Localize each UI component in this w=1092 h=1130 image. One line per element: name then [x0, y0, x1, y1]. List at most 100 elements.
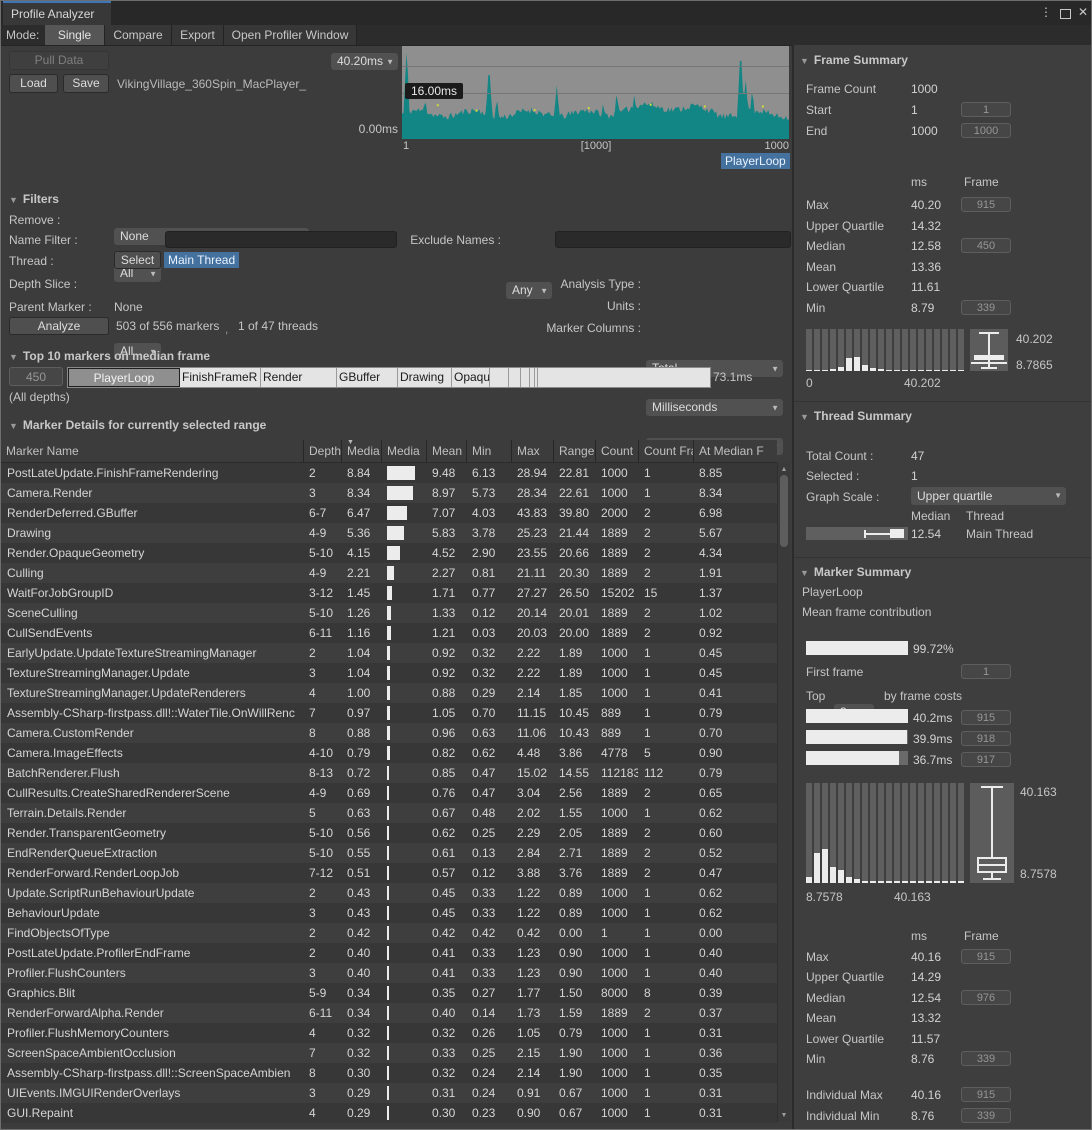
load-button[interactable]: Load — [9, 74, 58, 93]
frame-number-chip[interactable]: 917 — [961, 752, 1011, 767]
frame-summary-header[interactable]: ▼Frame Summary — [800, 53, 908, 67]
kebab-menu-icon[interactable]: ⋮ — [1038, 4, 1054, 20]
open-profiler-window-button[interactable]: Open Profiler Window — [224, 25, 357, 45]
table-row[interactable]: RenderDeferred.GBuffer6-76.477.074.0343.… — [1, 503, 777, 523]
table-row[interactable]: Render.OpaqueGeometry5-104.154.522.9023.… — [1, 543, 777, 563]
scrollbar-thumb[interactable] — [780, 475, 788, 547]
column-header-at-median-f[interactable]: At Median F — [693, 440, 777, 462]
frame-number-chip[interactable]: 915 — [961, 710, 1011, 725]
table-row[interactable]: Assembly-CSharp-firstpass.dll!::WaterTil… — [1, 703, 777, 723]
frame-number-chip[interactable]: 339 — [961, 300, 1011, 315]
table-row[interactable]: FindObjectsOfType20.420.420.420.420.0011… — [1, 923, 777, 943]
table-row[interactable]: Graphics.Blit5-90.340.350.271.771.508000… — [1, 983, 777, 1003]
thread-summary-header[interactable]: ▼Thread Summary — [800, 409, 912, 423]
table-row[interactable]: BehaviourUpdate30.430.450.331.220.891000… — [1, 903, 777, 923]
table-row[interactable]: TextureStreamingManager.UpdateRenderers4… — [1, 683, 777, 703]
table-row[interactable]: Terrain.Details.Render50.630.670.482.021… — [1, 803, 777, 823]
table-row[interactable]: BatchRenderer.Flush8-130.720.850.4715.02… — [1, 763, 777, 783]
top10-segment[interactable]: FinishFrameR — [180, 368, 261, 387]
table-row[interactable]: PostLateUpdate.ProfilerEndFrame20.400.41… — [1, 943, 777, 963]
foldout-icon[interactable]: ▼ — [800, 412, 809, 422]
selected-marker-chip[interactable]: PlayerLoop — [721, 153, 790, 169]
top10-segment[interactable] — [538, 368, 710, 387]
window-tab[interactable]: Profile Analyzer — [3, 1, 111, 25]
table-row[interactable]: PostLateUpdate.FinishFrameRendering28.84… — [1, 463, 777, 483]
foldout-icon[interactable]: ▼ — [9, 352, 18, 362]
tab-export[interactable]: Export — [172, 25, 224, 45]
top10-header[interactable]: ▼Top 10 markers on median frame — [9, 349, 210, 363]
column-header-media[interactable]: Media — [381, 440, 426, 462]
filters-header[interactable]: ▼Filters — [9, 192, 59, 206]
column-header-count[interactable]: Count — [595, 440, 638, 462]
frame-number-chip[interactable]: 339 — [961, 1051, 1011, 1066]
table-row[interactable]: SceneCulling5-101.261.330.1220.1420.0118… — [1, 603, 777, 623]
frame-number-chip[interactable]: 976 — [961, 990, 1011, 1005]
table-row[interactable]: ScreenSpaceAmbientOcclusion70.320.330.25… — [1, 1043, 777, 1063]
close-icon[interactable]: ✕ — [1075, 4, 1091, 20]
frame-number-chip[interactable]: 915 — [961, 197, 1011, 212]
save-button[interactable]: Save — [63, 74, 109, 93]
top10-segment[interactable]: GBuffer — [337, 368, 398, 387]
frame-number-chip[interactable]: 915 — [961, 949, 1011, 964]
table-row[interactable]: EarlyUpdate.UpdateTextureStreamingManage… — [1, 643, 777, 663]
analyze-button[interactable]: Analyze — [9, 317, 109, 335]
scroll-down-icon[interactable]: ▼ — [778, 1112, 790, 1119]
thread-range-bar[interactable] — [806, 527, 908, 540]
first-frame-chip[interactable]: 1 — [961, 664, 1011, 679]
units-dropdown[interactable]: Milliseconds▼ — [646, 399, 783, 416]
graph-scale-dropdown[interactable]: Upper quartile▼ — [911, 487, 1066, 505]
foldout-icon[interactable]: ▼ — [800, 568, 809, 578]
table-row[interactable]: CullResults.CreateSharedRendererScene4-9… — [1, 783, 777, 803]
top10-segment[interactable] — [490, 368, 509, 387]
table-row[interactable]: WaitForJobGroupID3-121.451.710.7727.2726… — [1, 583, 777, 603]
top10-segment[interactable]: Drawing — [398, 368, 452, 387]
table-row[interactable]: Assembly-CSharp-firstpass.dll!::ScreenSp… — [1, 1063, 777, 1083]
table-row[interactable]: TextureStreamingManager.Update31.040.920… — [1, 663, 777, 683]
table-row[interactable]: RenderForward.RenderLoopJob7-120.510.570… — [1, 863, 777, 883]
top10-segment[interactable] — [521, 368, 530, 387]
table-row[interactable]: Render.TransparentGeometry5-100.560.620.… — [1, 823, 777, 843]
tab-compare[interactable]: Compare — [105, 25, 172, 45]
table-row[interactable]: RenderForwardAlpha.Render6-110.340.400.1… — [1, 1003, 777, 1023]
column-header-marker-name[interactable]: Marker Name — [1, 440, 303, 462]
table-row[interactable]: Profiler.FlushCounters30.400.410.331.230… — [1, 963, 777, 983]
frame-number-chip[interactable]: 339 — [961, 1108, 1011, 1123]
frame-number-chip[interactable]: 918 — [961, 731, 1011, 746]
table-row[interactable]: Profiler.FlushMemoryCounters40.320.320.2… — [1, 1023, 777, 1043]
name-filter-input[interactable] — [165, 231, 397, 248]
frame-time-chart[interactable]: 16.00ms — [402, 46, 789, 139]
marker-details-header[interactable]: ▼Marker Details for currently selected r… — [9, 418, 266, 432]
table-row[interactable]: Camera.CustomRender80.880.960.6311.0610.… — [1, 723, 777, 743]
foldout-icon[interactable]: ▼ — [9, 195, 18, 205]
column-header-range[interactable]: Range — [553, 440, 595, 462]
pull-data-button[interactable]: Pull Data — [9, 51, 109, 70]
column-header-max[interactable]: Max — [511, 440, 553, 462]
foldout-icon[interactable]: ▼ — [9, 421, 18, 431]
column-header-depth[interactable]: Depth — [303, 440, 341, 462]
column-header-media[interactable]: Media▼ — [341, 440, 381, 462]
table-row[interactable]: Camera.ImageEffects4-100.790.820.624.483… — [1, 743, 777, 763]
table-row[interactable]: Culling4-92.212.270.8121.1120.30188921.9… — [1, 563, 777, 583]
frame-number-chip[interactable]: 915 — [961, 1087, 1011, 1102]
frame-number-chip[interactable]: 450 — [961, 238, 1011, 253]
table-row[interactable]: CullSendEvents6-111.161.210.0320.0320.00… — [1, 623, 777, 643]
table-scrollbar[interactable]: ▲ ▼ — [777, 463, 790, 1122]
marker-summary-header[interactable]: ▼Marker Summary — [800, 565, 911, 579]
column-header-min[interactable]: Min — [466, 440, 511, 462]
top10-segment[interactable]: PlayerLoop — [68, 368, 180, 387]
scroll-up-icon[interactable]: ▲ — [778, 466, 790, 473]
frame-number-chip[interactable]: 1000 — [961, 123, 1011, 138]
frame-number-chip[interactable]: 1 — [961, 102, 1011, 117]
table-row[interactable]: Drawing4-95.365.833.7825.2321.44188925.6… — [1, 523, 777, 543]
exclude-names-input[interactable] — [555, 231, 791, 248]
column-header-count-fra[interactable]: Count Fra — [638, 440, 693, 462]
column-header-mean[interactable]: Mean — [426, 440, 466, 462]
tab-single[interactable]: Single — [45, 25, 105, 45]
top10-segment[interactable] — [509, 368, 521, 387]
table-row[interactable]: EndRenderQueueExtraction5-100.550.610.13… — [1, 843, 777, 863]
table-row[interactable]: Update.ScriptRunBehaviourUpdate20.430.45… — [1, 883, 777, 903]
thread-select-button[interactable]: Select — [114, 251, 161, 269]
top10-segment[interactable]: Render — [261, 368, 337, 387]
median-frame-chip[interactable]: 450 — [9, 367, 63, 386]
table-row[interactable]: Camera.Render38.348.975.7328.3422.611000… — [1, 483, 777, 503]
